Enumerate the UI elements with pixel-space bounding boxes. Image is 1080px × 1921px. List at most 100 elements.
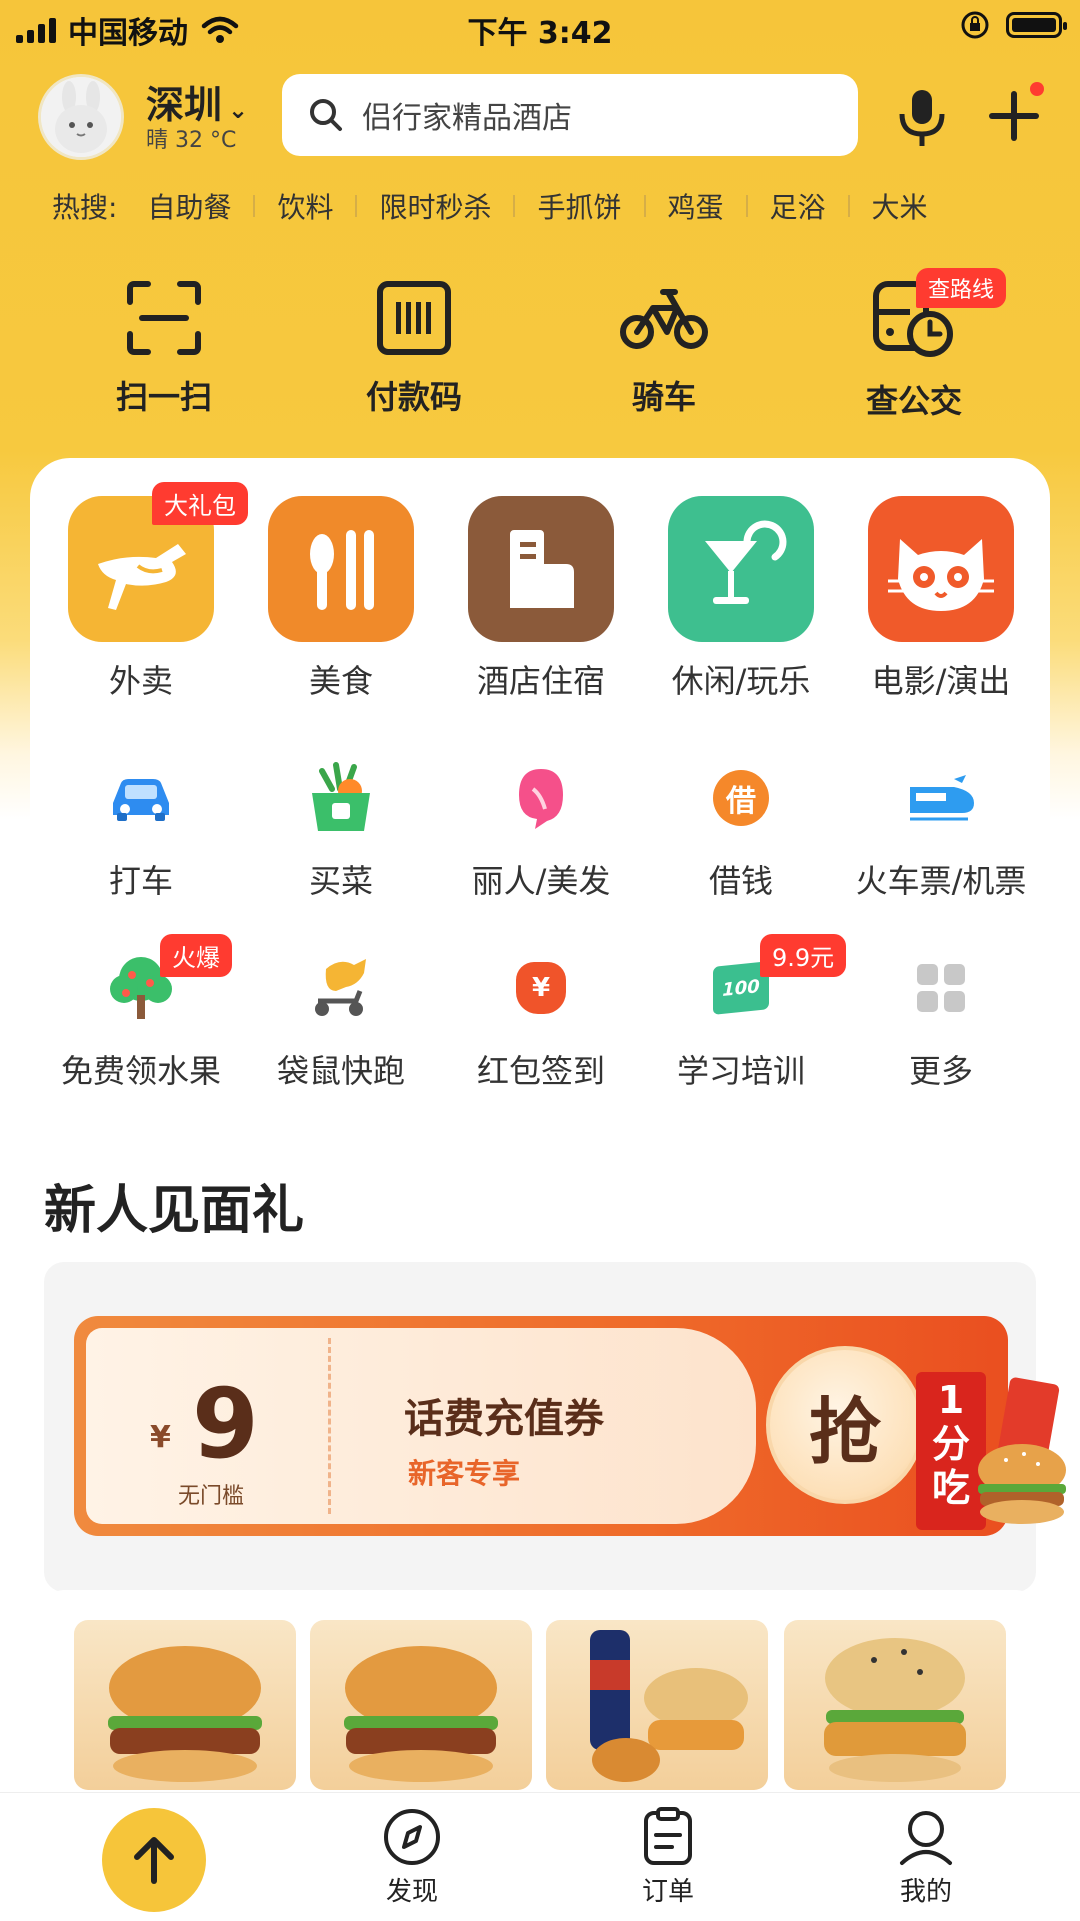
service-hotel[interactable]: 酒店住宿 (441, 496, 641, 702)
vegetable-basket-icon (312, 762, 370, 831)
money-bag-glyph: ¥ (531, 973, 551, 1003)
service-tickets[interactable]: 火车票/机票 (841, 758, 1041, 902)
food-tile[interactable] (74, 1620, 296, 1790)
service-grocery[interactable]: 买菜 (241, 758, 441, 902)
microphone-icon[interactable] (896, 88, 948, 148)
city-name: 深圳 (146, 83, 223, 127)
coupon-body: ¥ 9 无门槛 话费充值券 新客专享 (86, 1328, 756, 1524)
service-hotel-label: 酒店住宿 (476, 662, 605, 700)
add-icon[interactable] (986, 88, 1042, 144)
city-selector[interactable]: 深圳 ⌄ (146, 74, 248, 129)
coupon-currency: ¥ (150, 1420, 171, 1455)
gift-pack-badge: 大礼包 (152, 482, 248, 525)
service-food[interactable]: 美食 (241, 496, 441, 702)
food-tile[interactable] (310, 1620, 532, 1790)
hot-search-item[interactable]: 限时秒杀 (379, 186, 491, 226)
quick-scan[interactable]: 扫一扫 (64, 278, 264, 418)
divider (745, 195, 748, 217)
rotation-lock-icon (961, 11, 989, 39)
service-beauty-label: 丽人/美发 (471, 862, 611, 900)
money-bag-icon: ¥ (516, 962, 566, 1014)
search-bar[interactable]: 侣行家精品酒店 (282, 74, 858, 156)
quick-pay-code[interactable]: 付款码 (314, 278, 514, 418)
service-more-label: 更多 (908, 1052, 973, 1090)
promo-text: 1分吃 (931, 1378, 970, 1510)
service-leisure-label: 休闲/玩乐 (671, 662, 811, 700)
burger-image (344, 1646, 498, 1782)
tab-discover-label: 发现 (385, 1877, 438, 1907)
service-tickets-label: 火车票/机票 (855, 862, 1027, 900)
status-time: 下午 3:42 (467, 16, 613, 51)
borrow-icon: 借 (713, 770, 769, 826)
tab-discover[interactable]: 发现 (342, 1807, 482, 1908)
tab-mine-label: 我的 (899, 1877, 952, 1907)
service-beauty[interactable]: 丽人/美发 (441, 758, 641, 902)
service-study-label: 学习培训 (676, 1052, 805, 1090)
notification-dot (1030, 82, 1044, 96)
service-free-fruit-label: 免费领水果 (60, 1052, 221, 1090)
service-borrow-label: 借钱 (708, 862, 773, 900)
section-title: 新人见面礼 (44, 1181, 305, 1241)
tab-mine[interactable]: 我的 (856, 1807, 996, 1908)
avatar[interactable] (38, 74, 124, 160)
battery-icon (1006, 12, 1067, 38)
scan-icon (127, 281, 201, 355)
quick-pay-code-label: 付款码 (365, 378, 462, 416)
utensils-icon (310, 530, 374, 610)
hot-search-item[interactable]: 足浴 (770, 186, 826, 226)
service-movie[interactable]: 电影/演出 (841, 496, 1041, 702)
service-kangaroo-run-label: 袋鼠快跑 (276, 1052, 405, 1090)
quick-bike-label: 骑车 (631, 378, 696, 416)
service-kangaroo-run[interactable]: 袋鼠快跑 (241, 948, 441, 1092)
quick-bus-label: 查公交 (865, 382, 962, 420)
arrow-up-icon (134, 1837, 174, 1884)
meal-combo-image (590, 1630, 748, 1782)
service-red-packet-label: 红包签到 (476, 1052, 605, 1090)
food-tile[interactable] (784, 1620, 1006, 1790)
divider (513, 195, 516, 217)
hot-search-item[interactable]: 鸡蛋 (668, 186, 724, 226)
hair-icon (519, 769, 563, 829)
price-badge: 9.9元 (760, 934, 847, 977)
divider (253, 195, 256, 217)
back-to-top-button[interactable] (102, 1808, 206, 1912)
train-icon (910, 775, 974, 821)
coupon-condition: 无门槛 (178, 1484, 245, 1509)
quick-bike[interactable]: 骑车 (564, 278, 764, 418)
car-icon (113, 779, 169, 821)
cocktail-icon (705, 520, 787, 604)
service-leisure[interactable]: 休闲/玩乐 (641, 496, 841, 702)
service-borrow[interactable]: 借 借钱 (641, 758, 841, 902)
hot-search-label: 热搜: (52, 191, 118, 224)
search-icon (310, 99, 342, 131)
food-tile[interactable] (546, 1620, 768, 1790)
divider (355, 195, 358, 217)
kangaroo-scooter-icon (315, 959, 366, 1016)
divider (643, 195, 646, 217)
user-icon (900, 1811, 952, 1865)
bike-icon (620, 289, 708, 349)
hot-search-item[interactable]: 大米 (872, 186, 928, 226)
hot-search-item[interactable]: 饮料 (277, 186, 333, 226)
grab-button[interactable]: 抢 (766, 1346, 924, 1504)
service-takeout[interactable]: 外卖 (41, 496, 241, 702)
service-more[interactable]: 更多 (841, 948, 1041, 1092)
hot-search-item[interactable]: 自助餐 (147, 186, 231, 226)
compass-icon (384, 1809, 440, 1865)
service-red-packet[interactable]: ¥ 红包签到 (441, 948, 641, 1092)
hot-search-item[interactable]: 手抓饼 (537, 186, 621, 226)
route-badge: 查路线 (916, 268, 1007, 308)
chicken-burger-image (824, 1638, 966, 1782)
movie-icon-wrap (868, 496, 1014, 642)
weather-text: 晴 32 °C (146, 128, 237, 153)
service-taxi[interactable]: 打车 (41, 758, 241, 902)
coupon-amount: 9 (192, 1368, 259, 1480)
tab-orders[interactable]: 订单 (598, 1807, 738, 1908)
service-taxi-label: 打车 (108, 862, 173, 900)
quick-scan-label: 扫一扫 (115, 378, 212, 416)
search-placeholder: 侣行家精品酒店 (362, 101, 572, 136)
service-food-label: 美食 (308, 662, 373, 700)
service-takeout-label: 外卖 (108, 662, 173, 700)
coupon-divider (328, 1338, 331, 1514)
status-bar: 中国移动 下午 3:42 (0, 0, 1080, 56)
